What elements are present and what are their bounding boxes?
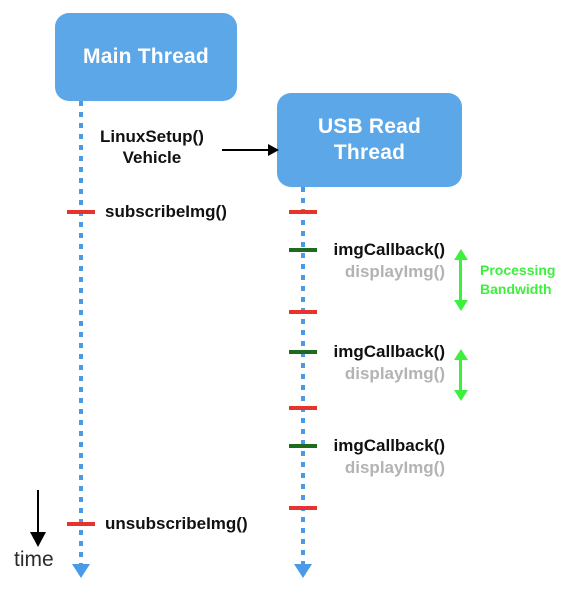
usb-tick-callback-1-end xyxy=(289,310,317,314)
callback-2-primary-label: imgCallback() xyxy=(333,342,445,361)
setup-message-arrow-shaft xyxy=(222,149,270,151)
main-tick-unsubscribe xyxy=(67,522,95,526)
setup-message-label: LinuxSetup() Vehicle xyxy=(100,126,204,169)
usb-tick-callback-3-end xyxy=(289,506,317,510)
usb-tick-callback-2-end xyxy=(289,406,317,410)
setup-message-arrow-head-icon xyxy=(268,144,279,156)
bandwidth-arrow-1-head-down-icon xyxy=(454,300,468,311)
callback-1-primary-label: imgCallback() xyxy=(333,240,445,259)
setup-message-line1: LinuxSetup() xyxy=(100,127,204,146)
time-axis-arrow-shaft xyxy=(37,490,39,537)
callback-3-secondary-label: displayImg() xyxy=(344,458,445,478)
processing-bandwidth-arrow-1 xyxy=(453,249,469,311)
sequence-diagram: Main Thread USB Read Thread LinuxSetup()… xyxy=(0,0,576,600)
processing-bandwidth-label: Processing Bandwidth xyxy=(480,261,555,299)
unsubscribe-message-label: unsubscribeImg() xyxy=(105,514,248,533)
main-thread-box: Main Thread xyxy=(55,13,237,101)
callback-2-secondary-label: displayImg() xyxy=(344,364,445,384)
usb-read-thread-box: USB Read Thread xyxy=(277,93,462,187)
time-axis-arrow-head-icon xyxy=(30,532,46,547)
bandwidth-arrow-2-head-down-icon xyxy=(454,390,468,401)
main-thread-label: Main Thread xyxy=(83,45,209,69)
time-axis-label: time xyxy=(14,548,54,571)
callback-group-3: imgCallback() displayImg() xyxy=(200,435,445,479)
setup-message-line2: Vehicle xyxy=(122,148,182,168)
processing-bandwidth-arrow-2 xyxy=(453,349,469,401)
processing-bandwidth-line1: Processing xyxy=(480,262,556,278)
main-thread-lifeline xyxy=(79,101,83,567)
bandwidth-arrow-1-shaft xyxy=(459,257,462,303)
bandwidth-arrow-2-shaft xyxy=(459,357,462,393)
subscribe-message-label: subscribeImg() xyxy=(105,202,227,221)
callback-group-1: imgCallback() displayImg() xyxy=(200,239,445,283)
usb-thread-label: USB Read Thread xyxy=(318,114,421,165)
usb-thread-label-line1: USB Read xyxy=(317,115,422,139)
callback-1-secondary-label: displayImg() xyxy=(344,262,445,282)
usb-thread-label-line2: Thread xyxy=(333,141,406,164)
callback-3-primary-label: imgCallback() xyxy=(333,436,445,455)
main-tick-subscribe xyxy=(67,210,95,214)
usb-tick-subscribe xyxy=(289,210,317,214)
processing-bandwidth-line2: Bandwidth xyxy=(480,280,552,297)
main-thread-lifeline-arrowhead-icon xyxy=(72,564,90,578)
callback-group-2: imgCallback() displayImg() xyxy=(200,341,445,385)
usb-thread-lifeline-arrowhead-icon xyxy=(294,564,312,578)
